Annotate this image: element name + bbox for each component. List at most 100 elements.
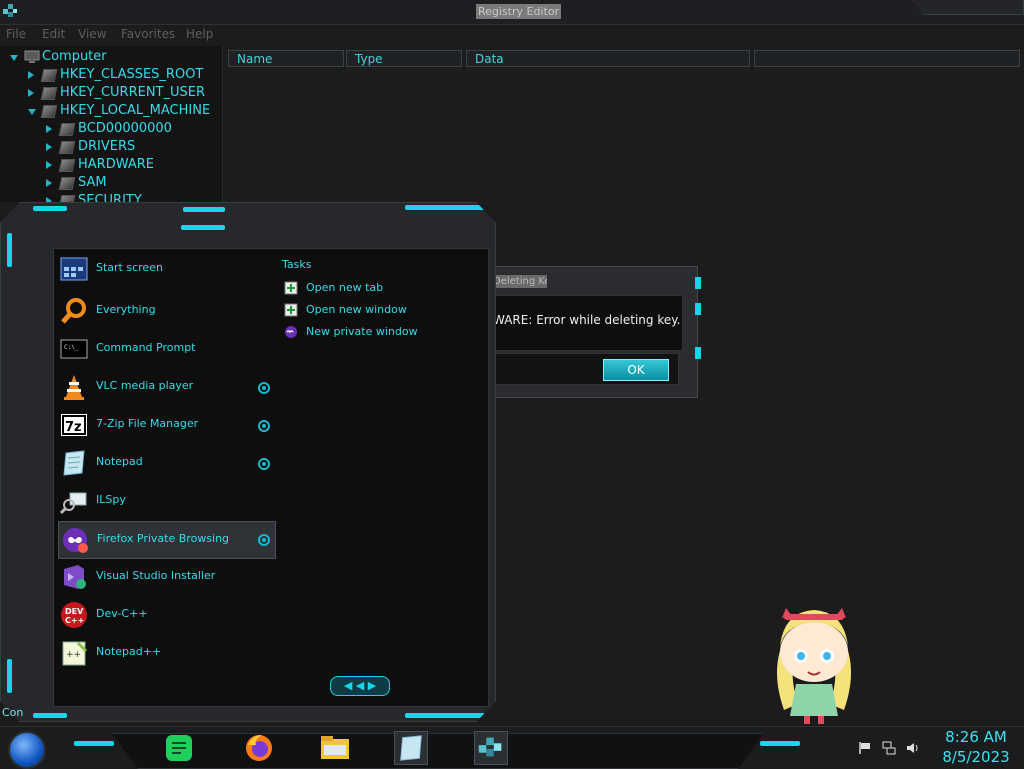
column-type[interactable]: Type — [346, 50, 462, 67]
expand-icon[interactable] — [46, 179, 52, 187]
tree-node-hardware[interactable]: HARDWARE — [46, 156, 216, 174]
app-notepad[interactable]: Notepad — [58, 445, 274, 481]
svg-text:DEV: DEV — [65, 607, 84, 616]
app-ilspy[interactable]: ILSpy — [58, 483, 274, 519]
taskbar-sticky-notes[interactable] — [162, 731, 196, 765]
registry-editor-icon — [478, 737, 502, 757]
flag-icon[interactable] — [858, 741, 872, 755]
expand-icon[interactable] — [46, 161, 52, 169]
clock-time: 8:26 AM — [945, 728, 1007, 746]
pin-icon[interactable] — [258, 382, 270, 394]
folder-icon — [58, 195, 76, 202]
tree-node-hklm[interactable]: HKEY_LOCAL_MACHINE — [28, 102, 218, 120]
sticky-notes-icon — [166, 735, 192, 761]
system-clock[interactable]: 8:26 AM 8/5/2023 — [936, 727, 1016, 767]
folder-icon — [58, 177, 76, 190]
notepad-plus-plus-icon: ++ — [62, 641, 88, 666]
tree-node-computer[interactable]: Computer — [10, 48, 210, 66]
folder-icon — [40, 69, 58, 82]
app-label: ILSpy — [96, 493, 126, 506]
expand-icon[interactable] — [46, 143, 52, 151]
tree-node-label: HARDWARE — [78, 157, 154, 172]
tree-node-security[interactable]: SECURITY — [46, 192, 216, 202]
volume-icon[interactable] — [906, 741, 920, 755]
menu-help[interactable]: Help — [186, 27, 213, 41]
app-notepad-plus-plus[interactable]: ++ Notepad++ — [58, 635, 274, 671]
app-dev-cpp[interactable]: DEV C++ Dev-C++ — [58, 597, 274, 633]
task-label: Open new tab — [306, 281, 384, 294]
dev-cpp-icon: DEVC++ — [61, 602, 87, 628]
taskbar: 8:26 AM 8/5/2023 — [0, 726, 1024, 769]
tree-node-label: SECURITY — [78, 193, 142, 202]
taskbar-registry-editor[interactable] — [474, 731, 508, 765]
column-name[interactable]: Name — [228, 50, 344, 67]
window-controls[interactable] — [912, 0, 1024, 15]
menu-accent — [405, 205, 485, 210]
dialog-message: WARE: Error while deleting key. — [493, 313, 681, 327]
tree-node-bcd[interactable]: BCD00000000 — [46, 120, 216, 138]
tree-node-label: HKEY_CLASSES_ROOT — [60, 67, 204, 82]
registry-editor-icon — [3, 4, 17, 17]
expand-icon[interactable] — [28, 109, 36, 115]
app-start-screen[interactable]: Start screen — [58, 251, 274, 287]
menu-accent — [181, 225, 225, 230]
taskbar-firefox[interactable] — [242, 731, 276, 765]
menu-view[interactable]: View — [78, 27, 106, 41]
app-command-prompt[interactable]: C:\_ Command Prompt — [58, 331, 274, 367]
new-tab-icon — [284, 281, 298, 295]
start-button[interactable] — [8, 731, 46, 769]
ok-button[interactable]: OK — [603, 359, 669, 381]
tree-node-drivers[interactable]: DRIVERS — [46, 138, 216, 156]
task-new-private-window[interactable]: New private window — [284, 323, 424, 341]
task-open-new-window[interactable]: Open new window — [284, 301, 414, 319]
dialog-title: Deleting Key — [493, 275, 547, 288]
menu-favorites[interactable]: Favorites — [121, 27, 175, 41]
app-everything[interactable]: Everything — [58, 293, 274, 329]
private-window-icon — [285, 326, 297, 338]
pin-icon[interactable] — [258, 458, 270, 470]
values-list-header: Name Type Data — [224, 50, 1024, 69]
tree-node-label: HKEY_CURRENT_USER — [60, 85, 206, 100]
file-explorer-icon — [321, 736, 349, 759]
app-label: Command Prompt — [96, 341, 196, 354]
folder-icon — [40, 87, 58, 100]
taskbar-notepad[interactable] — [394, 731, 428, 765]
expand-icon[interactable] — [46, 125, 52, 133]
tree-node-hkcu[interactable]: HKEY_CURRENT_USER — [28, 84, 218, 102]
app-firefox-private[interactable]: Firefox Private Browsing — [58, 521, 276, 559]
dialog-edge-accent — [695, 277, 701, 289]
taskbar-app-area — [112, 733, 764, 769]
app-vlc[interactable]: VLC media player — [58, 369, 274, 405]
menu-accent — [405, 713, 485, 718]
column-data[interactable]: Data — [466, 50, 750, 67]
notepad-icon — [400, 735, 422, 761]
tree-node-sam[interactable]: SAM — [46, 174, 216, 192]
everything-search-icon — [61, 298, 86, 324]
star-character-sticker — [777, 608, 851, 724]
task-open-new-tab[interactable]: Open new tab — [284, 279, 404, 297]
menu-file[interactable]: File — [6, 27, 26, 41]
dialog-edge-accent — [695, 303, 701, 315]
pin-icon[interactable] — [258, 534, 270, 546]
clock-date: 8/5/2023 — [942, 748, 1010, 766]
column-extra[interactable] — [754, 50, 1020, 67]
pin-icon[interactable] — [258, 420, 270, 432]
menu-edit[interactable]: Edit — [42, 27, 65, 41]
folder-icon — [58, 159, 76, 172]
expand-icon[interactable] — [10, 55, 18, 61]
expand-icon[interactable] — [46, 197, 52, 202]
folder-icon — [58, 141, 76, 154]
svg-text:C:\_: C:\_ — [64, 344, 79, 351]
tree-node-hkcr[interactable]: HKEY_CLASSES_ROOT — [28, 66, 218, 84]
tree-node-label: BCD00000000 — [78, 121, 172, 136]
registry-tree: Computer HKEY_CLASSES_ROOT HKEY_CURRENT_… — [0, 46, 223, 202]
taskbar-file-explorer[interactable] — [318, 731, 352, 765]
start-menu-scroll-control[interactable]: ◀ ◀ ▶ — [330, 676, 390, 696]
app-label: VLC media player — [96, 379, 194, 392]
app-label: 7-Zip File Manager — [96, 417, 199, 430]
network-icon[interactable] — [882, 741, 896, 755]
app-vs-installer[interactable]: Visual Studio Installer — [58, 559, 274, 595]
expand-icon[interactable] — [28, 89, 34, 97]
expand-icon[interactable] — [28, 71, 34, 79]
app-7zip[interactable]: 7z 7-Zip File Manager — [58, 407, 274, 443]
